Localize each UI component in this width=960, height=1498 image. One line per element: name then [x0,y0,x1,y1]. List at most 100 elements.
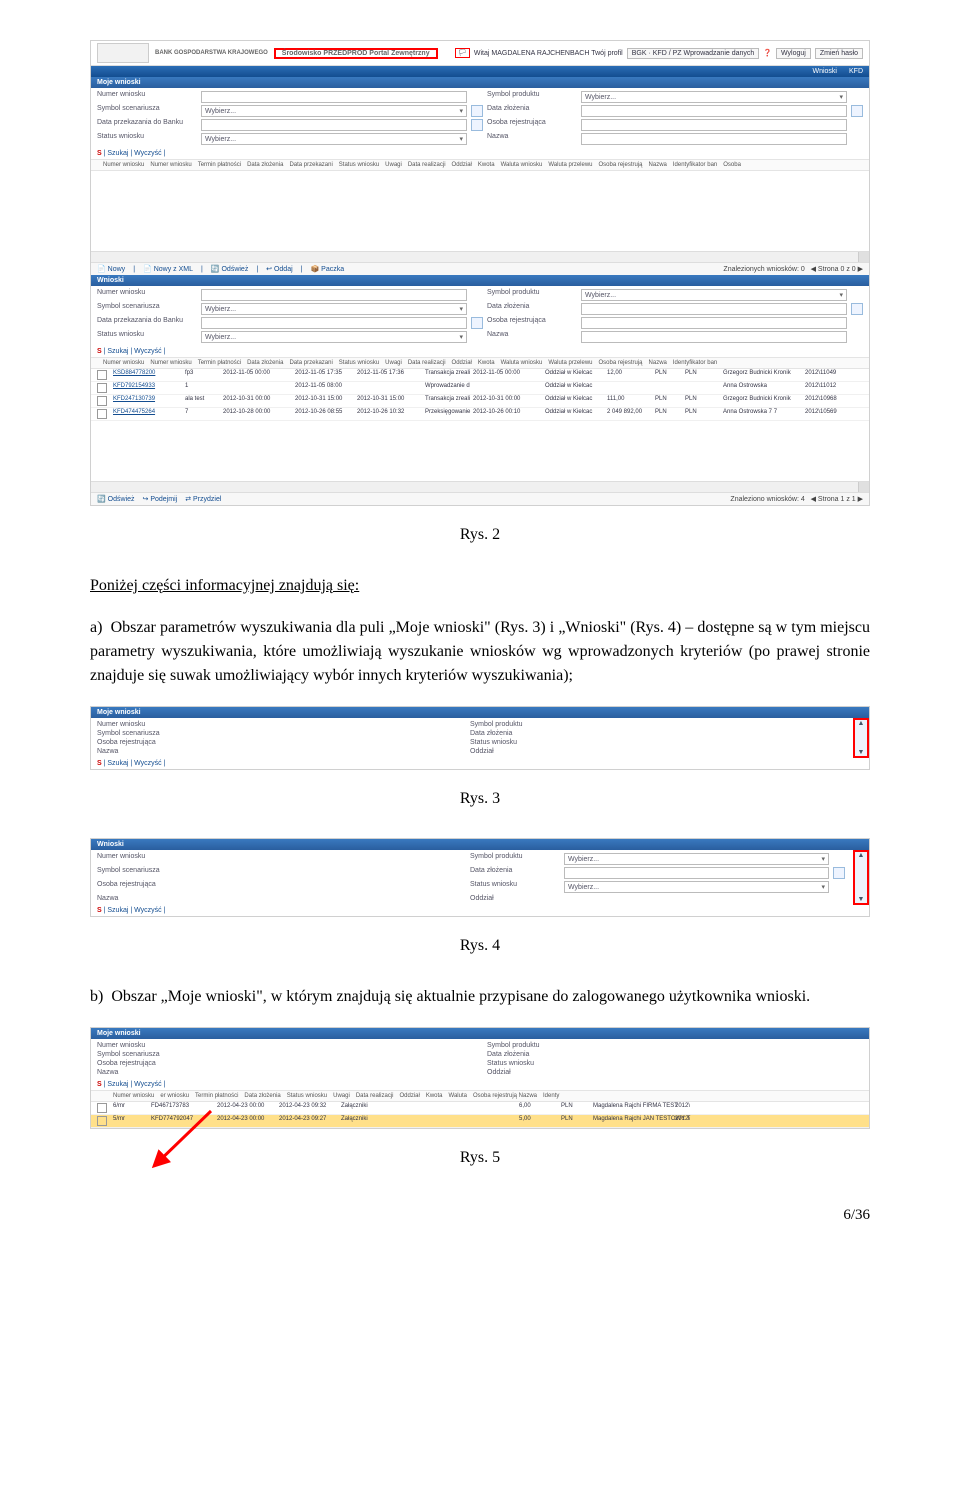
app-header: BANK GOSPODARSTWA KRAJOWEGO Środowisko P… [91,41,869,66]
welcome-text: Witaj MAGDALENA RAJCHENBACH Twój profil [474,50,623,57]
caption-rys5: Rys. 5 [90,1149,870,1167]
input-osobarej[interactable] [581,119,847,131]
select-symprod[interactable]: Wybierz...▾ [581,91,847,103]
search-form-moje: Numer wniosku Symbol produktuWybierz...▾… [91,88,869,148]
search-button[interactable]: Szukaj [107,348,128,355]
horizontal-scrollbar[interactable] [91,481,869,492]
search-button[interactable]: Szukaj [107,907,128,914]
toolbar-wnioski: 🔄 Odśwież ↪ Podejmij ⇄ Przydziel Znalezi… [91,492,869,505]
screenshot-rys2: BANK GOSPODARSTWA KRAJOWEGO Środowisko P… [90,40,870,506]
przydziel-button[interactable]: ⇄ Przydziel [185,495,221,503]
caption-rys3: Rys. 3 [90,790,870,808]
input-datazloz[interactable] [581,105,847,117]
chevron-down-icon: ▾ [459,135,463,143]
caption-rys2: Rys. 2 [90,526,870,544]
body-text-b: b) Obszar „Moje wnioski", w którym znajd… [90,985,870,1009]
nowy-button[interactable]: 📄 Nowy [97,265,125,273]
flag-icon: 🏳 [455,48,470,58]
grid-rows-wnioski: KSD884778200fp32012-11-05 00:002012-11-0… [91,369,869,421]
clear-button[interactable]: Wyczyść [134,760,162,767]
screenshot-rys4: Wnioski Numer wnioskuSymbol produktuWybi… [90,838,870,917]
scroll-up-icon[interactable]: ▲ [858,720,865,727]
result-count: Znalezionych wniosków: 0 [723,266,804,273]
help-icon[interactable]: ❓ [763,49,772,57]
clear-button[interactable]: Wyczyść [134,907,162,914]
search-s-icon: S [97,150,102,157]
clear-button[interactable]: Wyczyść [134,1081,162,1088]
list-a-body: Obszar parametrów wyszukiwania dla puli … [90,619,870,684]
input-numer[interactable] [201,91,467,103]
odswiez-button[interactable]: 🔄 Odśwież [97,495,135,503]
search-button[interactable]: Szukaj [107,150,128,157]
search-button[interactable]: Szukaj [107,760,128,767]
calendar-icon[interactable] [471,119,483,131]
panel-moje-wnioski-title: Moje wnioski [91,707,869,718]
label-osobarej: Osoba rejestrująca [487,119,577,131]
scroll-down-icon[interactable]: ▼ [858,896,865,903]
calendar-icon[interactable] [851,105,863,117]
change-password-button[interactable]: Zmień hasło [815,48,863,59]
profile-select[interactable]: BGK · KFD / PZ Wprowadzanie danych [627,48,760,59]
grid-header-s5: Numer wnioskuer wnioskuTermin płatnościD… [91,1090,869,1102]
chevron-down-icon: ▾ [839,93,843,101]
row-checkbox[interactable] [97,370,107,380]
vertical-scrollbar[interactable]: ▲▼ [853,718,869,758]
select-status[interactable]: Wybierz...▾ [201,133,467,145]
row-checkbox[interactable] [97,1116,107,1126]
calendar-icon[interactable] [471,317,483,329]
table-row[interactable]: KFD47447526472012-10-28 00:002012-10-26 … [91,408,869,421]
nav-kfd[interactable]: KFD [849,68,863,75]
row-checkbox[interactable] [97,383,107,393]
logout-button[interactable]: Wyloguj [776,48,811,59]
table-row[interactable]: KFD247130739ala test2012-10-31 00:002012… [91,395,869,408]
toolbar-moje: 📄 Nowy | 📄 Nowy z XML | 🔄 Odśwież | ↩ Od… [91,262,869,275]
table-row[interactable]: KSD884778200fp32012-11-05 00:002012-11-0… [91,369,869,382]
calendar-icon[interactable] [833,867,845,879]
nowy-xml-button[interactable]: 📄 Nowy z XML [143,265,193,273]
panel-moje-wnioski-title: Moje wnioski [91,77,869,88]
row-checkbox[interactable] [97,1103,107,1113]
podejmij-button[interactable]: ↪ Podejmij [143,495,178,503]
select-symscen[interactable]: Wybierz...▾ [201,105,467,117]
search-button[interactable]: Szukaj [107,1081,128,1088]
vertical-scrollbar[interactable]: ▲▼ [853,850,869,905]
bank-name: BANK GOSPODARSTWA KRAJOWEGO [155,50,268,56]
panel-moje-wnioski-title: Moje wnioski [91,1028,869,1039]
result-count: Znaleziono wniosków: 4 [730,496,804,503]
page-indicator: Strona 1 z 1 [818,496,856,503]
list-b-marker: b) [90,988,103,1005]
paczka-button[interactable]: 📦 Paczka [310,265,344,273]
calendar-icon[interactable] [851,303,863,315]
search-form-wnioski: Numer wniosku Symbol produktuWybierz...▾… [91,286,869,346]
scroll-down-icon[interactable]: ▼ [858,749,865,756]
row-checkbox[interactable] [97,409,107,419]
clear-button[interactable]: Wyczyść [134,348,162,355]
page-number: 6/36 [90,1207,870,1224]
grid-header-wnioski: Numer wnioskuNumer wnioskuTermin płatnoś… [91,357,869,369]
table-row[interactable]: 6/mrFD4671737832012-04-23 00:002012-04-2… [91,1102,869,1115]
label-datazloz: Data złożenia [487,105,577,117]
panel-wnioski-title: Wnioski [91,275,869,286]
grid-empty-moje [91,171,869,251]
input-dataprzek[interactable] [201,119,467,131]
row-checkbox[interactable] [97,396,107,406]
bank-logo [97,43,149,63]
nav-wnioski[interactable]: Wnioski [812,68,837,75]
search-actions-moje: S | Szukaj | Wyczyść | [91,148,869,159]
calendar-icon[interactable] [471,105,483,117]
panel-wnioski-title: Wnioski [91,839,869,850]
table-row[interactable]: KFD79215493312012-11-05 08:00Wprowadzani… [91,382,869,395]
clear-button[interactable]: Wyczyść [134,150,162,157]
horizontal-scrollbar[interactable] [91,251,869,262]
scroll-up-icon[interactable]: ▲ [858,852,865,859]
oddaj-button[interactable]: ↩ Oddaj [266,265,293,273]
input-nazwa[interactable] [581,133,847,145]
environment-badge: Środowisko PRZEDPROD Portal Zewnętrzny [274,48,438,59]
table-row-selected[interactable]: 5/mrKFD7747920472012-04-23 00:002012-04-… [91,1115,869,1128]
label-symprod: Symbol produktu [487,91,577,103]
search-form-moje-s5: Numer wnioskuSymbol produktu Symbol scen… [91,1039,869,1079]
label-nazwa: Nazwa [487,133,577,145]
odswiez-button[interactable]: 🔄 Odśwież [211,265,249,273]
search-actions-wnioski: S | Szukaj | Wyczyść | [91,346,869,357]
label-dataprzek: Data przekazania do Banku [97,119,197,131]
